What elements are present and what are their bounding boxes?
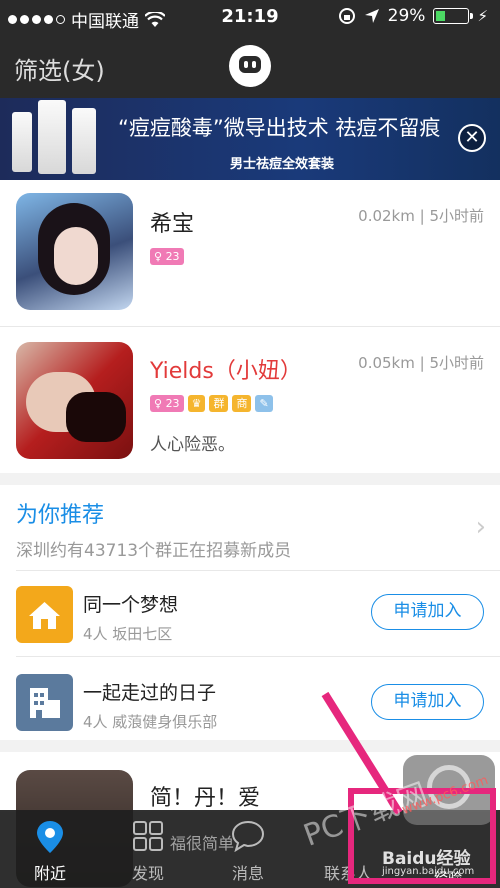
group-name: 同一个梦想 — [83, 594, 179, 616]
grid-icon — [133, 821, 163, 851]
blue-chat-icon: ✎ — [255, 395, 273, 412]
ad-headline: “痘痘酸毒”微导出技术 祛痘不留痕 — [118, 116, 441, 140]
join-group-button[interactable]: 申请加入 — [371, 684, 484, 720]
user-avatar — [16, 193, 133, 310]
user-distance-time: 0.02km | 5小时前 — [358, 207, 484, 225]
location-arrow-icon — [364, 9, 379, 23]
status-bar: 中国联通 21:19 29% ⚡ — [0, 0, 500, 34]
female-age-badge: ♀ 23 — [150, 248, 184, 265]
crown-icon: ♛ — [187, 395, 206, 412]
watermark-caption: 福很简单 — [170, 834, 235, 853]
join-group-button[interactable]: 申请加入 — [371, 594, 484, 630]
recommend-subtitle: 深圳约有43713个群正在招募新成员 — [16, 541, 292, 561]
group-badge: 群 — [209, 395, 229, 412]
business-badge: 商 — [232, 395, 252, 412]
group-meta: 4人 威蒗健身俱乐部 — [83, 713, 218, 731]
chat-bubble-icon — [231, 820, 265, 852]
group-name: 一起走过的日子 — [83, 682, 217, 704]
battery-icon — [433, 8, 474, 24]
user-name: 简！丹！爱 — [150, 786, 261, 811]
ad-product-image — [72, 108, 96, 174]
tab-nearby[interactable]: 附近 — [0, 810, 100, 888]
chevron-right-icon[interactable]: › — [476, 512, 486, 542]
user-badges: ♀ 23 ♛ 群 商 ✎ — [150, 395, 273, 412]
user-distance-time: 0.05km | 5小时前 — [358, 354, 484, 372]
ad-product-image — [12, 112, 32, 172]
user-badges: ♀ 23 — [150, 248, 184, 265]
divider — [16, 570, 500, 571]
app-logo-icon — [229, 45, 271, 87]
user-avatar — [16, 342, 133, 459]
tab-label: 消息 — [231, 864, 264, 883]
filter-button[interactable]: 筛选(女) — [14, 51, 105, 86]
charging-icon: ⚡ — [477, 7, 488, 25]
status-right: 29% ⚡ — [338, 6, 488, 26]
ad-close-button[interactable]: ✕ — [458, 124, 486, 152]
tab-label: 发现 — [131, 864, 164, 883]
divider — [16, 656, 500, 657]
nav-bar: 筛选(女) — [0, 34, 500, 98]
group-meta: 4人 坂田七区 — [83, 625, 173, 643]
recommend-title[interactable]: 为你推荐 — [16, 497, 104, 529]
ad-subtitle: 男士祛痘全效套装 — [230, 157, 335, 172]
location-pin-icon — [37, 821, 63, 853]
watermark-baidu-url: jingyan.baidu.com — [382, 866, 475, 877]
rotation-lock-icon — [338, 8, 355, 24]
female-age-badge: ♀ 23 — [150, 395, 184, 412]
ad-banner[interactable]: “痘痘酸毒”微导出技术 祛痘不留痕 男士祛痘全效套装 — [0, 98, 500, 180]
home-icon — [16, 586, 73, 643]
ad-product-image — [38, 100, 66, 174]
building-icon — [16, 674, 73, 731]
battery-percent: 29% — [387, 6, 426, 26]
user-list-item[interactable]: Yields（小妞） 0.05km | 5小时前 ♀ 23 ♛ 群 商 ✎ 人心… — [0, 327, 500, 473]
tab-label: 附近 — [33, 864, 66, 883]
user-list-item[interactable]: 希宝 0.02km | 5小时前 ♀ 23 — [0, 180, 500, 326]
user-name: Yields（小妞） — [150, 359, 302, 384]
user-name: 希宝 — [150, 212, 195, 237]
user-bio: 人心险恶。 — [150, 435, 235, 455]
